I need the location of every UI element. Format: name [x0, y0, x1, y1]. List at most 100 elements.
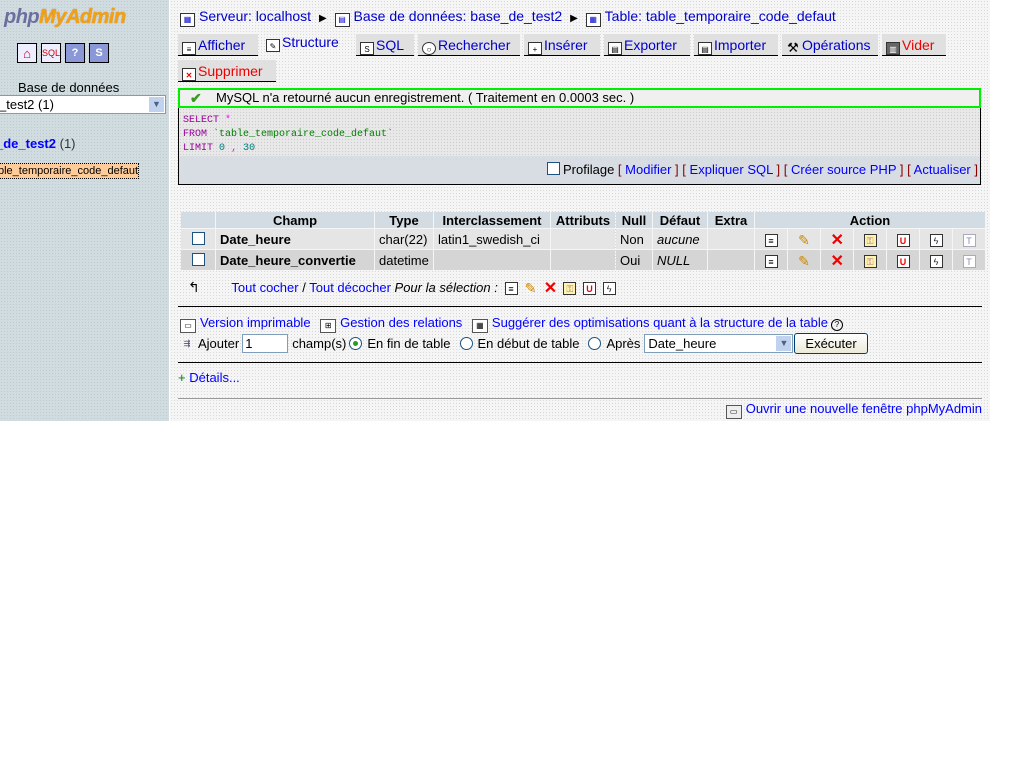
browse-distinct-icon[interactable]: ≡	[504, 282, 518, 296]
field-type: char(22)	[375, 229, 433, 249]
sql-docs-icon[interactable]: S	[89, 43, 109, 63]
primary-key-icon[interactable]: ⚿	[863, 254, 877, 268]
insert-icon: +	[528, 42, 542, 55]
print-version-link[interactable]: Version imprimable	[200, 315, 311, 330]
chevron-down-icon[interactable]: ▼	[776, 336, 792, 351]
divider	[178, 398, 982, 399]
help-icon[interactable]: ?	[65, 43, 85, 63]
column-header-interclassement: Interclassement	[434, 212, 550, 228]
browse-distinct-icon[interactable]: ≡	[764, 254, 778, 268]
tab-vider[interactable]: ▥ Vider	[882, 34, 946, 56]
row-checkbox[interactable]	[191, 231, 205, 245]
explain-sql-link[interactable]: Expliquer SQL	[690, 162, 773, 177]
divider	[178, 362, 982, 363]
profiling-checkbox[interactable]	[546, 162, 560, 175]
radio-start-of-table[interactable]	[459, 337, 473, 350]
database-link[interactable]: _de_test2 (1)	[0, 136, 76, 151]
table-row: Date_heure char(22) latin1_swedish_ci No…	[181, 229, 985, 249]
column-header-defaut: Défaut	[653, 212, 707, 228]
home-icon[interactable]: ⌂	[17, 43, 37, 63]
browse-distinct-icon[interactable]: ≡	[764, 233, 778, 247]
divider	[178, 306, 982, 307]
primary-key-icon[interactable]: ⚿	[563, 282, 577, 296]
sql-query-text: SELECT * FROM `table_temporaire_code_def…	[183, 115, 394, 154]
sql-action-bar: Profilage [ Modifier ] [ Expliquer SQL ]…	[179, 156, 980, 184]
edit-icon[interactable]: ✎	[798, 254, 811, 268]
unique-icon[interactable]: U	[896, 233, 910, 247]
tab-importer[interactable]: ▤ Importer	[694, 34, 778, 56]
fulltext-icon[interactable]: T	[962, 254, 976, 268]
optimize-icon: ▦	[471, 319, 488, 333]
sidebar-table-item[interactable]: ble_temporaire_code_defaut	[0, 163, 139, 179]
breadcrumb-table[interactable]: Table: table_temporaire_code_defaut	[605, 8, 836, 24]
execute-button[interactable]: Exécuter	[794, 333, 868, 354]
print-icon: ▭	[180, 319, 196, 333]
drop-icon: ✕	[182, 68, 196, 81]
relations-link[interactable]: Gestion des relations	[340, 315, 462, 330]
unique-icon[interactable]: U	[896, 254, 910, 268]
unique-icon[interactable]: U	[583, 282, 596, 296]
tab-inserer[interactable]: + Insérer	[524, 34, 600, 56]
tab-supprimer[interactable]: ✕ Supprimer	[178, 60, 276, 82]
row-checkbox[interactable]	[191, 252, 205, 266]
chevron-down-icon[interactable]: ▼	[149, 97, 164, 112]
relations-icon: ⊞	[320, 319, 337, 333]
for-selection-label: Pour la sélection :	[394, 280, 498, 295]
field-name: Date_heure_convertie	[216, 250, 374, 270]
uncheck-all-link[interactable]: Tout décocher	[309, 280, 391, 295]
modify-link[interactable]: Modifier	[625, 162, 671, 177]
edit-icon[interactable]: ✎	[798, 233, 811, 247]
tab-exporter[interactable]: ▤ Exporter	[604, 34, 690, 56]
tab-operations[interactable]: ⚒ Opérations	[782, 34, 878, 56]
breadcrumb-database[interactable]: Base de données: base_de_test2	[354, 8, 563, 24]
column-header-type: Type	[375, 212, 433, 228]
breadcrumb-server[interactable]: Serveur: localhost	[199, 8, 311, 24]
sql-query-window-icon[interactable]: SQL	[41, 43, 61, 63]
refresh-link[interactable]: Actualiser	[914, 162, 971, 177]
export-icon: ▤	[608, 42, 622, 55]
optimize-link[interactable]: Suggérer des optimisations quant à la st…	[492, 315, 828, 330]
navigation-sidebar: phpMyAdmin ⌂ SQL ? S Base de données _te…	[0, 0, 169, 421]
new-window-link[interactable]: Ouvrir une nouvelle fenêtre phpMyAdmin	[746, 401, 982, 416]
index-icon[interactable]: ϟ	[929, 233, 943, 247]
table-icon: ▦	[585, 13, 601, 27]
breadcrumb-separator-icon: ▶	[318, 13, 327, 24]
primary-key-icon[interactable]: ⚿	[863, 233, 877, 247]
field-default: NULL	[653, 250, 707, 270]
details-link[interactable]: Détails...	[189, 370, 240, 385]
table-row: Date_heure_convertie datetime Oui NULL ≡…	[181, 250, 985, 270]
after-field-select[interactable]: Date_heure ▼	[644, 334, 794, 353]
column-header-action: Action	[755, 212, 985, 228]
field-default: aucune	[653, 229, 707, 249]
delete-icon[interactable]: ✕	[544, 281, 557, 297]
create-php-source-link[interactable]: Créer source PHP	[791, 162, 896, 177]
field-attributes	[551, 250, 615, 270]
delete-icon[interactable]: ✕	[831, 232, 844, 248]
insert-field-icon: ⇶	[183, 338, 191, 348]
help-icon[interactable]: ?	[830, 319, 843, 331]
database-select[interactable]: _test2 (1) ▼	[0, 95, 166, 114]
edit-icon[interactable]: ✎	[524, 281, 537, 295]
radio-end-of-table[interactable]	[349, 337, 363, 350]
radio-after[interactable]	[588, 337, 602, 350]
delete-icon[interactable]: ✕	[831, 253, 844, 269]
details-toggle[interactable]: + Détails...	[178, 370, 240, 385]
field-count-input[interactable]	[242, 334, 289, 353]
field-extra	[708, 250, 754, 270]
check-all-link[interactable]: Tout cocher	[231, 280, 298, 295]
phpmyadmin-logo[interactable]: phpMyAdmin	[4, 6, 126, 29]
check-icon: ✔	[190, 90, 202, 106]
tab-sql[interactable]: S SQL	[356, 34, 414, 56]
fulltext-icon[interactable]: T	[962, 233, 976, 247]
database-icon: ▤	[334, 13, 350, 27]
tab-structure[interactable]: ✎ Structure	[262, 31, 352, 53]
field-type: datetime	[375, 250, 433, 270]
column-header-extra: Extra	[708, 212, 754, 228]
tab-rechercher[interactable]: ○ Rechercher	[418, 34, 520, 56]
column-header-champ: Champ	[216, 212, 374, 228]
index-icon[interactable]: ϟ	[602, 282, 616, 296]
main-content: ▦ Serveur: localhost ▶ ▤ Base de données: …	[170, 0, 990, 421]
arrow-up-left-icon: ↰	[188, 279, 200, 295]
index-icon[interactable]: ϟ	[929, 254, 943, 268]
tab-afficher[interactable]: ≡ Afficher	[178, 34, 258, 56]
